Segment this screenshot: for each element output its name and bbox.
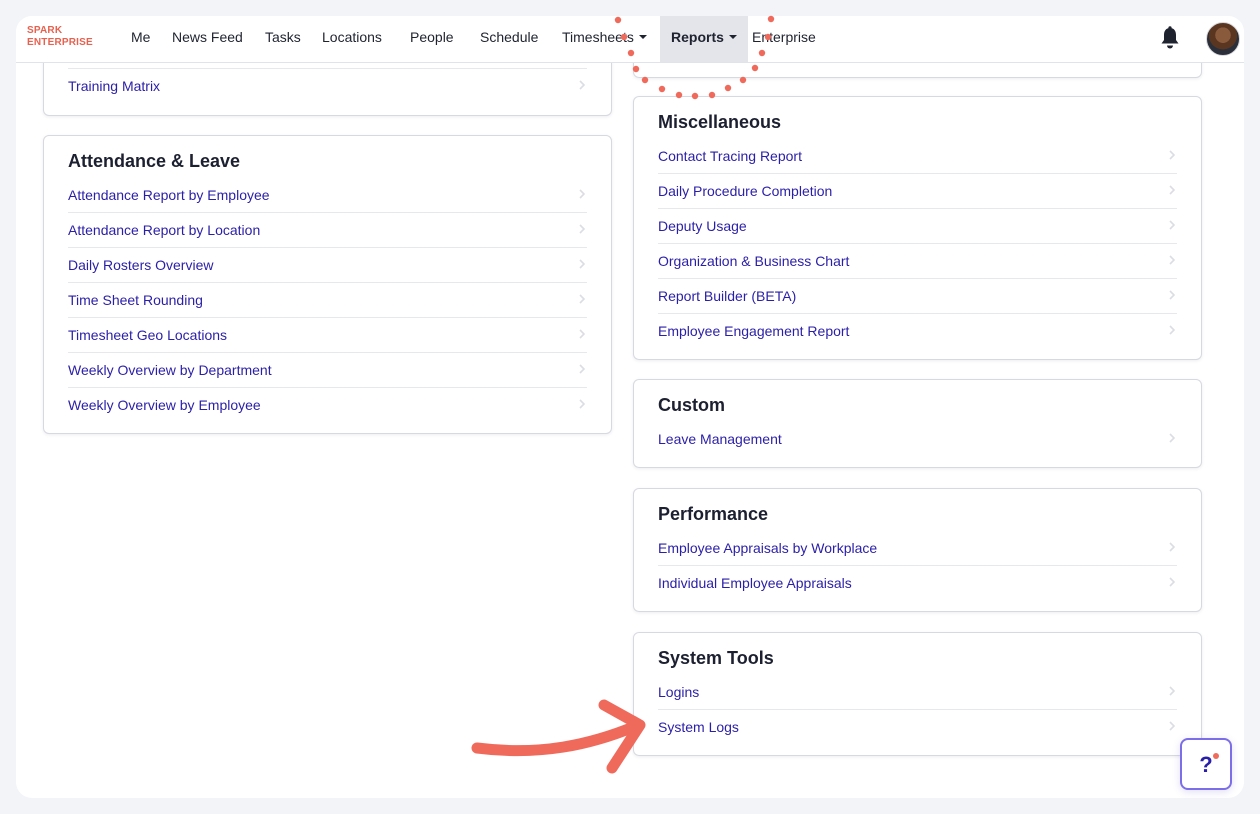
card-system-tools: System Tools Logins System Logs (633, 632, 1202, 756)
report-link-label: Employee Appraisals by Workplace (658, 540, 878, 556)
report-link-label: Weekly Overview by Employee (68, 397, 261, 413)
nav-item-tasks[interactable]: Tasks (265, 16, 301, 62)
report-link-label: Individual Employee Appraisals (658, 575, 852, 591)
report-link-label: Employee Engagement Report (658, 323, 850, 339)
chevron-right-icon (579, 399, 586, 409)
card-title: Attendance & Leave (68, 151, 241, 171)
report-link-weekly-overview-by-employee[interactable]: Weekly Overview by Employee (68, 388, 587, 423)
report-link-label: Time Sheet Rounding (68, 292, 203, 308)
help-icon: ? (1199, 752, 1213, 777)
card-title: Performance (658, 504, 769, 524)
chevron-right-icon (1169, 686, 1176, 696)
report-link-label: Leave Management (658, 431, 782, 447)
nav-item-enterprise[interactable]: Enterprise (752, 16, 816, 62)
brand-line-2: ENTERPRISE (27, 37, 93, 48)
brand-line-1: SPARK (27, 25, 63, 36)
report-link-weekly-overview-by-department[interactable]: Weekly Overview by Department (68, 353, 587, 388)
report-link-time-sheet-rounding[interactable]: Time Sheet Rounding (68, 283, 587, 318)
user-avatar[interactable] (1206, 22, 1240, 56)
report-link-daily-rosters-overview[interactable]: Daily Rosters Overview (68, 248, 587, 283)
report-link-label: Organization & Business Chart (658, 253, 850, 269)
report-link-label: Attendance Report by Location (68, 222, 261, 238)
report-link-employee-appraisals-by-workplace[interactable]: Employee Appraisals by Workplace (658, 531, 1177, 566)
chevron-right-icon (1169, 325, 1176, 335)
chevron-right-icon (579, 224, 586, 234)
report-link-system-logs[interactable]: System Logs (658, 710, 1177, 745)
nav-item-news-feed[interactable]: News Feed (172, 16, 243, 62)
chevron-right-icon (579, 80, 586, 90)
chevron-right-icon (1169, 150, 1176, 160)
card-title: Miscellaneous (658, 112, 782, 132)
card-attendance-leave: Attendance & Leave Attendance Report by … (43, 135, 612, 434)
report-link-training-matrix[interactable]: Training Matrix (68, 69, 587, 104)
report-link-logins[interactable]: Logins (658, 675, 1177, 710)
brand-logo[interactable]: SPARK ENTERPRISE (27, 25, 93, 49)
nav-item-timesheets[interactable]: Timesheets (562, 16, 647, 62)
report-link-leave-management[interactable]: Leave Management (658, 422, 1177, 457)
chevron-right-icon (1169, 290, 1176, 300)
nav-item-people[interactable]: People (410, 16, 454, 62)
report-link-employee-engagement[interactable]: Employee Engagement Report (658, 314, 1177, 349)
chevron-right-icon (1169, 220, 1176, 230)
chevron-right-icon (1169, 255, 1176, 265)
nav-item-locations[interactable]: Locations (322, 16, 382, 62)
card-custom: Custom Leave Management (633, 379, 1202, 468)
card-miscellaneous: Miscellaneous Contact Tracing Report Dai… (633, 96, 1202, 360)
chevron-right-icon (1169, 721, 1176, 731)
chevron-right-icon (579, 329, 586, 339)
report-link-attendance-by-employee[interactable]: Attendance Report by Employee (68, 178, 587, 213)
help-button[interactable]: ? (1180, 738, 1232, 790)
report-link-label: Timesheet Geo Locations (68, 327, 228, 343)
app-frame: SPARK ENTERPRISE Me News Feed Tasks Loca… (16, 16, 1244, 798)
caret-down-icon (728, 35, 737, 40)
chevron-right-icon (579, 259, 586, 269)
chevron-right-icon (1169, 433, 1176, 443)
report-link-label: Contact Tracing Report (658, 148, 802, 164)
chevron-right-icon (1169, 185, 1176, 195)
top-navigation: SPARK ENTERPRISE Me News Feed Tasks Loca… (16, 16, 1244, 63)
report-link-report-builder[interactable]: Report Builder (BETA) (658, 279, 1177, 314)
report-link-individual-employee-appraisals[interactable]: Individual Employee Appraisals (658, 566, 1177, 601)
report-link-organization-business-chart[interactable]: Organization & Business Chart (658, 244, 1177, 279)
card-title: System Tools (658, 648, 774, 668)
report-link-label: Weekly Overview by Department (68, 362, 272, 378)
chevron-right-icon (579, 189, 586, 199)
bell-icon[interactable] (1159, 26, 1181, 50)
report-link-label: Daily Rosters Overview (68, 257, 214, 273)
report-link-timesheet-geo-locations[interactable]: Timesheet Geo Locations (68, 318, 587, 353)
notification-dot (1213, 753, 1219, 759)
report-link-daily-procedure-completion[interactable]: Daily Procedure Completion (658, 174, 1177, 209)
report-link-label: Training Matrix (68, 78, 161, 94)
nav-item-me[interactable]: Me (131, 16, 150, 62)
nav-item-schedule[interactable]: Schedule (480, 16, 538, 62)
chevron-right-icon (579, 364, 586, 374)
report-link-label: Logins (658, 684, 700, 700)
report-link-contact-tracing[interactable]: Contact Tracing Report (658, 139, 1177, 174)
report-link-label: Deputy Usage (658, 218, 747, 234)
report-link-label: Attendance Report by Employee (68, 187, 270, 203)
report-link-deputy-usage[interactable]: Deputy Usage (658, 209, 1177, 244)
chevron-right-icon (1169, 542, 1176, 552)
caret-down-icon (638, 35, 647, 40)
card-performance: Performance Employee Appraisals by Workp… (633, 488, 1202, 612)
report-link-label: System Logs (658, 719, 739, 735)
nav-item-reports[interactable]: Reports (660, 16, 748, 62)
card-title: Custom (658, 395, 725, 415)
report-link-attendance-by-location[interactable]: Attendance Report by Location (68, 213, 587, 248)
nav-item-timesheets-label: Timesheets (562, 29, 634, 45)
nav-item-reports-label: Reports (671, 29, 724, 45)
chevron-right-icon (1169, 577, 1176, 587)
report-link-label: Daily Procedure Completion (658, 183, 833, 199)
chevron-right-icon (579, 294, 586, 304)
report-link-label: Report Builder (BETA) (658, 288, 797, 304)
